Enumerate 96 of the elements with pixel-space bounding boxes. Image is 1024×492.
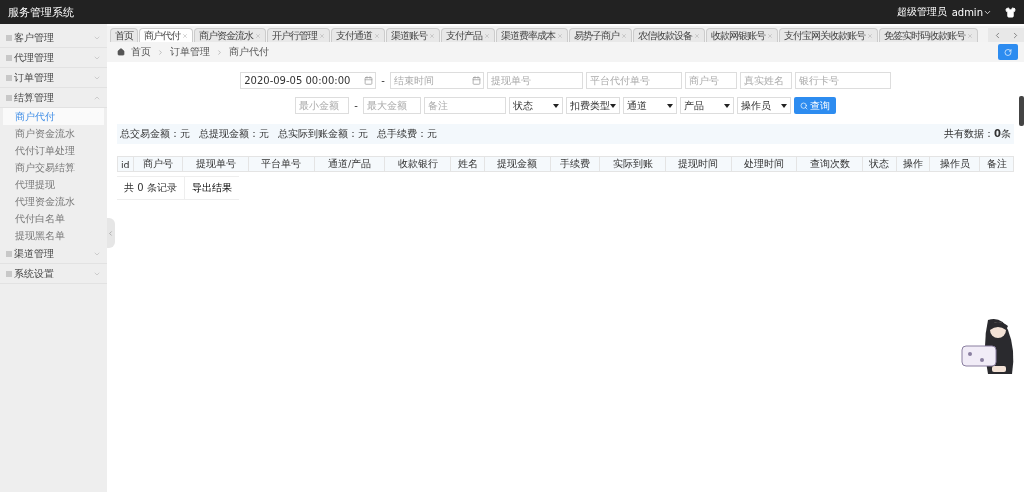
separator-icon xyxy=(216,48,223,56)
calendar-icon[interactable] xyxy=(364,76,374,85)
breadcrumb-item[interactable]: 首页 xyxy=(131,45,151,59)
record-count: 共 0 条记录 xyxy=(117,176,185,200)
column-header: 实际到账 xyxy=(599,156,666,172)
select-field[interactable]: 状态 xyxy=(508,97,563,114)
summary-text: 总提现金额：元 xyxy=(199,127,269,141)
search-icon xyxy=(799,101,808,110)
tab[interactable]: 支付产品 xyxy=(441,28,495,42)
column-header: 手续费 xyxy=(550,156,600,172)
folder-icon xyxy=(6,250,12,257)
caret-icon xyxy=(723,103,730,108)
summary-text: 总实际到账金额：元 xyxy=(278,127,368,141)
range-dash: - xyxy=(353,100,359,111)
column-header: 提现单号 xyxy=(182,156,249,172)
select-field[interactable]: 扣费类型 xyxy=(565,97,620,114)
sidebar-item[interactable]: 商户代付 xyxy=(3,108,104,125)
column-header: 通道/产品 xyxy=(314,156,385,172)
app-title: 服务管理系统 xyxy=(8,4,74,20)
date-field[interactable]: 结束时间 xyxy=(389,72,484,89)
close-icon[interactable] xyxy=(767,32,773,39)
chevron-left-icon xyxy=(107,229,114,237)
column-header: 提现时间 xyxy=(665,156,732,172)
refresh-icon xyxy=(1004,47,1012,57)
export-button[interactable]: 导出结果 xyxy=(184,176,239,200)
summary-text: 总交易金额：元 xyxy=(120,127,190,141)
theme-icon[interactable] xyxy=(1005,6,1016,18)
input-field[interactable]: 银行卡号 xyxy=(794,72,891,89)
input-field[interactable]: 最小金额 xyxy=(295,97,350,114)
select-field[interactable]: 产品 xyxy=(679,97,734,114)
close-icon[interactable] xyxy=(557,32,563,39)
column-header: 平台单号 xyxy=(248,156,315,172)
close-icon[interactable] xyxy=(374,32,380,39)
select-field[interactable]: 操作员 xyxy=(736,97,791,114)
column-header: 操作 xyxy=(896,156,930,172)
folder-icon xyxy=(6,94,12,101)
tab[interactable]: 渠道费率成本 xyxy=(496,28,568,42)
column-header: 查询次数 xyxy=(796,156,863,172)
input-field[interactable]: 真实姓名 xyxy=(739,72,792,89)
column-header: 收款银行 xyxy=(385,156,451,172)
tab[interactable]: 收款网银账号 xyxy=(706,28,778,42)
date-field[interactable]: 2020-09-05 00:00:00 xyxy=(240,72,377,89)
close-icon[interactable] xyxy=(694,32,700,39)
collapse-handle[interactable] xyxy=(107,218,115,248)
input-field[interactable]: 平台代付单号 xyxy=(585,72,682,89)
home-icon xyxy=(117,48,125,56)
tab[interactable]: 支付通道 xyxy=(331,28,385,42)
select-field[interactable]: 通道 xyxy=(622,97,677,114)
close-icon[interactable] xyxy=(319,32,325,39)
folder-icon xyxy=(6,54,12,61)
folder-icon xyxy=(6,34,12,41)
close-icon[interactable] xyxy=(484,32,490,39)
tab[interactable]: 开户行管理 xyxy=(267,28,330,42)
breadcrumb-item[interactable]: 订单管理 xyxy=(170,45,210,59)
column-header: 备注 xyxy=(979,156,1014,172)
close-icon[interactable] xyxy=(867,32,873,39)
summary-text: 总手续费：元 xyxy=(377,127,437,141)
column-header: 操作员 xyxy=(929,156,980,172)
column-header: 处理时间 xyxy=(731,156,797,172)
separator-icon xyxy=(157,48,164,56)
input-field[interactable]: 备注 xyxy=(423,97,506,114)
tab[interactable]: 渠道账号 xyxy=(386,28,440,42)
user-menu[interactable]: admin xyxy=(951,6,992,18)
calendar-icon[interactable] xyxy=(471,76,481,85)
scrollbar[interactable] xyxy=(1019,96,1024,126)
column-header: 状态 xyxy=(862,156,897,172)
tab[interactable]: 首页 xyxy=(110,28,138,42)
close-icon[interactable] xyxy=(967,32,973,39)
input-field[interactable]: 提现单号 xyxy=(486,72,583,89)
tab[interactable]: 易势子商户 xyxy=(569,28,632,42)
folder-icon xyxy=(6,270,12,277)
close-icon[interactable] xyxy=(182,32,188,39)
caret-icon xyxy=(609,103,616,108)
tab[interactable]: 免签实时码收款账号 xyxy=(879,28,978,42)
range-dash: - xyxy=(380,75,386,86)
tab[interactable]: 农信收款设备 xyxy=(633,28,705,42)
close-icon[interactable] xyxy=(621,32,627,39)
column-header: id xyxy=(117,156,133,172)
caret-icon xyxy=(780,103,787,108)
user-role: 超级管理员 xyxy=(896,5,947,19)
column-header: 姓名 xyxy=(450,156,485,172)
folder-icon xyxy=(6,74,12,81)
refresh-button[interactable] xyxy=(998,44,1018,60)
input-field[interactable]: 最大金额 xyxy=(362,97,421,114)
close-icon[interactable] xyxy=(255,32,261,39)
total-count: 共有数据：0条 xyxy=(944,127,1011,141)
close-icon[interactable] xyxy=(429,32,435,39)
column-header: 提现金额 xyxy=(484,156,551,172)
caret-icon xyxy=(666,103,673,108)
input-field[interactable]: 商户号 xyxy=(684,72,737,89)
column-header: 商户号 xyxy=(133,156,183,172)
tab[interactable]: 商户代付 xyxy=(139,28,193,42)
tab[interactable]: 商户资金流水 xyxy=(194,28,266,42)
breadcrumb-item: 商户代付 xyxy=(229,45,269,59)
caret-icon xyxy=(552,103,559,108)
tab[interactable]: 支付宝网关收款账号 xyxy=(779,28,878,42)
